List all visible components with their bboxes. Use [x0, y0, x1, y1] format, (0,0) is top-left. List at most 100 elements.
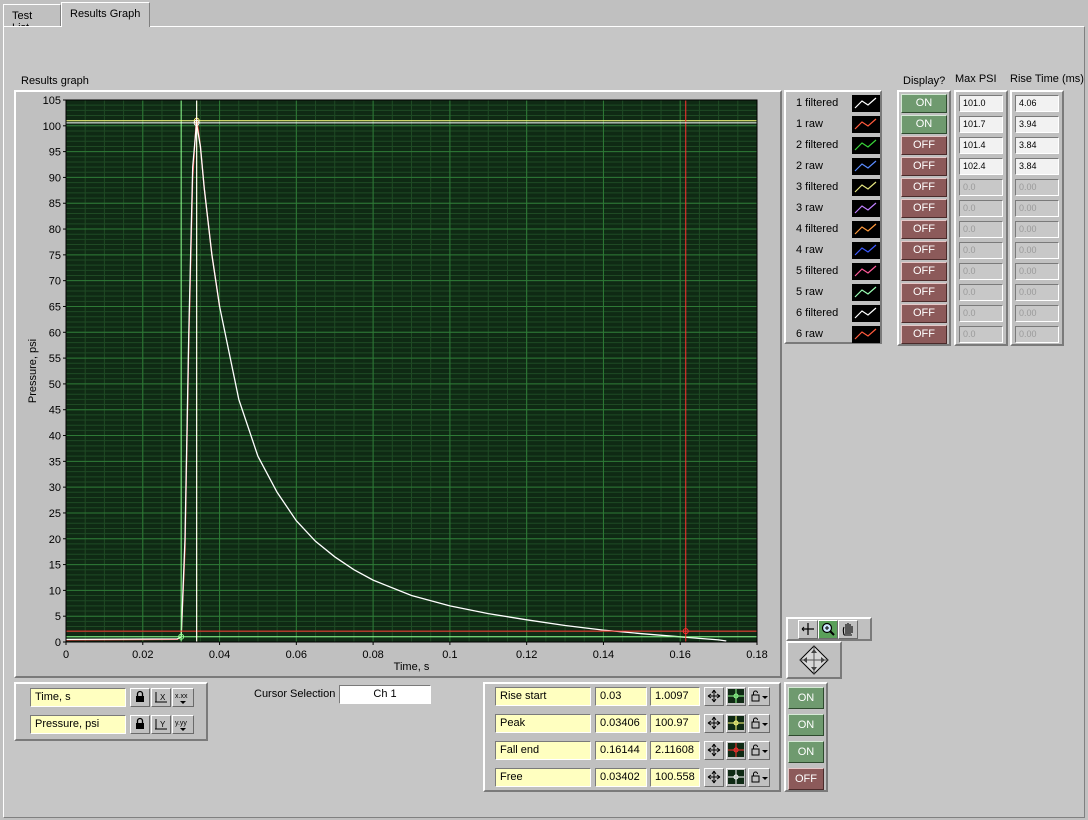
display-toggle[interactable]: OFF — [901, 304, 947, 323]
tab-test-list[interactable]: Test List — [3, 4, 61, 34]
y-tick-label: 75 — [49, 250, 61, 262]
y-scale-name[interactable]: Pressure, psi — [30, 715, 126, 734]
scale-legend: Time, s X x.xx Pressure, psi Y y.yy — [14, 682, 208, 741]
max-psi-value: 0.0 — [959, 305, 1003, 322]
x-lock-icon[interactable] — [130, 688, 150, 707]
legend-swatch-stroke — [854, 286, 877, 298]
zoom-tool-icon[interactable] — [818, 620, 838, 639]
y-autoscale-icon[interactable]: Y — [151, 715, 171, 734]
max-psi-value: 101.7 — [959, 116, 1003, 133]
x-scale-name[interactable]: Time, s — [30, 688, 126, 707]
x-tick-label: 0.12 — [516, 649, 537, 661]
results-graph[interactable]: 0 0.02 0.04 0.06 0.08 0.1 0.12 0.14 0.16 0.18 0 5 10… — [14, 90, 782, 678]
cursor-lock-to-plot-icon[interactable] — [704, 687, 724, 706]
legend-item[interactable]: 1 raw — [786, 114, 880, 135]
display-toggle[interactable]: OFF — [901, 136, 947, 155]
cursor-lock-to-plot-icon[interactable] — [704, 714, 724, 733]
cursor-x-value[interactable]: 0.16144 — [595, 741, 647, 760]
cursor-visible-toggle[interactable]: ON — [788, 741, 824, 763]
x-format-icon[interactable]: x.xx — [172, 688, 194, 707]
display-toggle[interactable]: OFF — [901, 157, 947, 176]
cursor-x-value[interactable]: 0.03402 — [595, 768, 647, 787]
rise-time-value: 3.94 — [1015, 116, 1059, 133]
display-toggle[interactable]: ON — [901, 94, 947, 113]
legend-item[interactable]: 5 raw — [786, 282, 880, 303]
y-tick-label: 10 — [49, 585, 61, 597]
y-format-icon[interactable]: y.yy — [172, 715, 194, 734]
y-tick-label: 105 — [43, 95, 61, 107]
y-tick-label: 35 — [49, 456, 61, 468]
cursor-y-value[interactable]: 1.0097 — [650, 687, 700, 706]
cursor-lock-to-plot-icon[interactable] — [704, 741, 724, 760]
cursor-y-value[interactable]: 100.97 — [650, 714, 700, 733]
legend-item-label: 5 raw — [796, 286, 823, 298]
cursor-visible-toggle[interactable]: OFF — [788, 768, 824, 790]
max-psi-value: 101.4 — [959, 137, 1003, 154]
cursor-lock-menu-icon[interactable] — [748, 687, 770, 706]
legend-item[interactable]: 3 raw — [786, 198, 880, 219]
x-tick-label: 0.16 — [670, 649, 691, 661]
cursor-style-icon[interactable] — [726, 714, 746, 733]
cursor-visible-toggle[interactable]: ON — [788, 687, 824, 709]
max-psi-value: 0.0 — [959, 326, 1003, 343]
legend-swatch-line — [854, 160, 877, 172]
legend-swatch-stroke — [854, 223, 877, 235]
legend-item-label: 1 raw — [796, 118, 823, 130]
cursor-tool-icon[interactable] — [798, 620, 818, 639]
cursor-lock-to-plot-icon[interactable] — [704, 768, 724, 787]
cursor-legend: Rise start 0.03 1.0097 Peak 0.03406 100.97 Fal… — [483, 682, 781, 792]
max-psi-value: 0.0 — [959, 221, 1003, 238]
cursor-name-field[interactable]: Rise start — [495, 687, 591, 706]
display-toggle[interactable]: OFF — [901, 220, 947, 239]
rise-time-value: 0.00 — [1015, 242, 1059, 259]
legend-swatch-stroke — [854, 97, 877, 109]
legend-item[interactable]: 1 filtered — [786, 93, 880, 114]
cursor-x-value[interactable]: 0.03 — [595, 687, 647, 706]
cursor-visible-toggle[interactable]: ON — [788, 714, 824, 736]
legend-item[interactable]: 3 filtered — [786, 177, 880, 198]
display-toggle[interactable]: ON — [901, 115, 947, 134]
cursor-y-value[interactable]: 100.558 — [650, 768, 700, 787]
cursor-selection-ring[interactable]: Ch 1 — [339, 685, 431, 704]
cursor-style-icon[interactable] — [726, 687, 746, 706]
cursor-name-field[interactable]: Free — [495, 768, 591, 787]
display-toggle[interactable]: OFF — [901, 262, 947, 281]
legend-line-swatch — [852, 305, 880, 322]
cursor-lock-menu-icon[interactable] — [748, 768, 770, 787]
y-tick-label: 30 — [49, 482, 61, 494]
y-lock-icon[interactable] — [130, 715, 150, 734]
legend-item[interactable]: 2 raw — [786, 156, 880, 177]
cursor-y-value[interactable]: 2.11608 — [650, 741, 700, 760]
legend-item[interactable]: 4 raw — [786, 240, 880, 261]
legend-item[interactable]: 6 raw — [786, 324, 880, 345]
tab-results-graph[interactable]: Results Graph — [61, 2, 150, 27]
display-toggle[interactable]: OFF — [901, 325, 947, 344]
plot-area-svg[interactable]: 0 0.02 0.04 0.06 0.08 0.1 0.12 0.14 0.16 0.18 0 5 10… — [16, 92, 780, 676]
legend-line-swatch — [852, 137, 880, 154]
legend-swatch-line — [854, 286, 877, 298]
x-autoscale-icon[interactable]: X — [151, 688, 171, 707]
cursor-name-field[interactable]: Fall end — [495, 741, 591, 760]
display-toggle[interactable]: OFF — [901, 283, 947, 302]
cursor-mover[interactable] — [786, 641, 842, 679]
pan-hand-icon[interactable] — [838, 620, 858, 639]
cursor-style-icon[interactable] — [726, 768, 746, 787]
cursor-lock-menu-icon[interactable] — [748, 741, 770, 760]
display-toggle[interactable]: OFF — [901, 178, 947, 197]
max-psi-value: 0.0 — [959, 179, 1003, 196]
cursor-lock-menu-icon[interactable] — [748, 714, 770, 733]
legend-item[interactable]: 4 filtered — [786, 219, 880, 240]
cursor-style-icon[interactable] — [726, 741, 746, 760]
cursor-move-diamond-icon[interactable] — [788, 643, 840, 677]
legend-item[interactable]: 6 filtered — [786, 303, 880, 324]
cursor-x-value[interactable]: 0.03406 — [595, 714, 647, 733]
legend-item[interactable]: 2 filtered — [786, 135, 880, 156]
legend-item[interactable]: 5 filtered — [786, 261, 880, 282]
display-toggle[interactable]: OFF — [901, 241, 947, 260]
y-tick-label: 100 — [43, 121, 61, 133]
cursor-name-field[interactable]: Peak — [495, 714, 591, 733]
y-tick-label: 55 — [49, 353, 61, 365]
x-tick-label: 0.1 — [442, 649, 457, 661]
display-toggle[interactable]: OFF — [901, 199, 947, 218]
graph-palette — [786, 617, 872, 641]
